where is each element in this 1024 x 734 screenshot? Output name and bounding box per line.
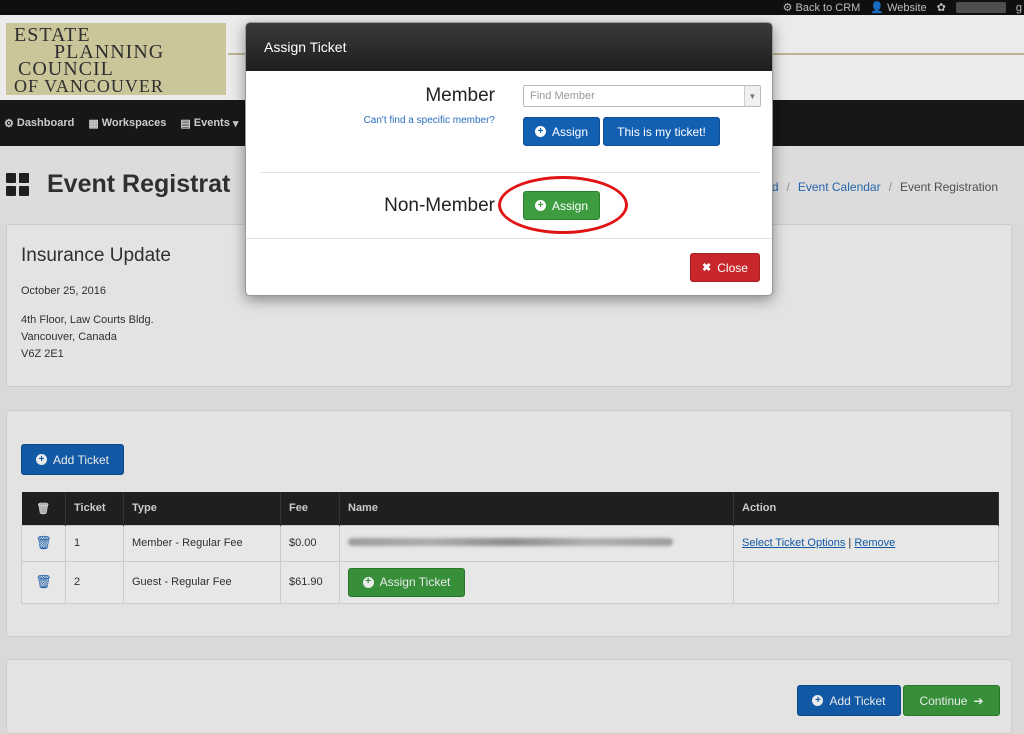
close-button[interactable]: ✖ Close — [690, 253, 760, 282]
modal-divider — [260, 172, 760, 173]
this-is-my-ticket-button[interactable]: This is my ticket! — [603, 117, 720, 146]
assign-member-button[interactable]: + Assign — [523, 117, 600, 146]
modal-footer-divider — [246, 238, 772, 239]
chevron-down-icon: ▼ — [744, 86, 760, 106]
member-label: Member — [425, 85, 495, 106]
close-icon: ✖ — [702, 262, 712, 274]
highlight-circle-annotation — [498, 176, 628, 234]
cant-find-member-link[interactable]: Can't find a specific member? — [364, 115, 495, 126]
find-member-select[interactable]: Find Member ▼ — [523, 85, 761, 107]
assign-ticket-modal: Assign Ticket Member Can't find a specif… — [245, 22, 773, 296]
non-member-label: Non-Member — [384, 195, 495, 216]
plus-icon: + — [534, 126, 546, 137]
modal-title: Assign Ticket — [246, 23, 772, 71]
